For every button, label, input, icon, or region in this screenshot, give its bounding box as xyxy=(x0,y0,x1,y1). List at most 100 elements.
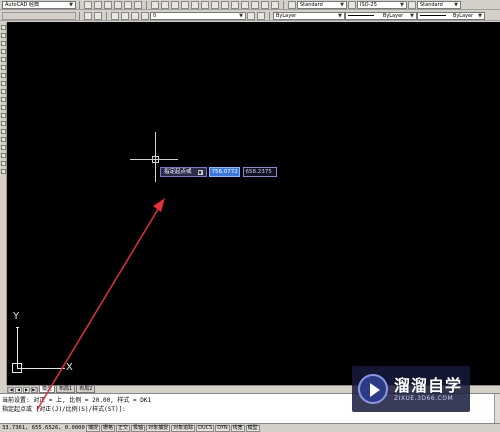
snap-toggle[interactable]: 捕捉 xyxy=(86,424,101,432)
text-style-icon[interactable] xyxy=(288,0,296,9)
dim-style-icon[interactable] xyxy=(348,0,356,9)
workspace-select[interactable]: AutoCAD 经典 ▼ xyxy=(2,0,76,9)
lineweight-select[interactable]: ByLayer ▼ xyxy=(417,11,485,20)
preview-icon[interactable] xyxy=(124,0,132,9)
lightbulb-icon[interactable] xyxy=(111,11,119,20)
open-file-icon[interactable] xyxy=(94,0,102,9)
polygon-icon[interactable] xyxy=(1,49,6,54)
match-properties-icon[interactable] xyxy=(181,0,189,9)
text-style-select[interactable]: Standard ▼ xyxy=(297,0,347,9)
tab-layout1[interactable]: 布局1 xyxy=(56,386,76,393)
ducs-toggle[interactable]: DUCS xyxy=(196,424,215,432)
lineweight-toggle[interactable]: 线宽 xyxy=(230,424,245,432)
circle-icon[interactable] xyxy=(1,73,6,78)
make-current-layer-icon[interactable] xyxy=(247,11,255,20)
properties-icon[interactable] xyxy=(251,0,259,9)
layer-select[interactable]: 0 ▼ xyxy=(150,11,246,20)
paste-icon[interactable] xyxy=(171,0,179,9)
sun-icon[interactable] xyxy=(121,11,129,20)
next-tab-button[interactable]: ▶ xyxy=(23,386,30,393)
tab-layout2[interactable]: 布局2 xyxy=(76,386,96,393)
color-square-icon[interactable] xyxy=(141,11,149,20)
chevron-down-icon: ▼ xyxy=(239,12,243,19)
layer-previous-icon[interactable] xyxy=(257,11,265,20)
save-icon[interactable] xyxy=(104,0,112,9)
cut-icon[interactable] xyxy=(151,0,159,9)
ucs-origin-box xyxy=(12,363,22,373)
line-icon[interactable] xyxy=(1,25,6,30)
linetype-preview xyxy=(348,15,374,16)
table-style-select[interactable]: Standard ▼ xyxy=(417,0,461,9)
point-icon[interactable] xyxy=(1,129,6,134)
hatch-icon[interactable] xyxy=(1,137,6,142)
toolbar-separator xyxy=(79,0,80,9)
table-style-icon[interactable] xyxy=(408,0,416,9)
construction-line-icon[interactable] xyxy=(1,33,6,38)
revision-cloud-icon[interactable] xyxy=(1,81,6,86)
dim-style-select-value: ISO-25 xyxy=(360,1,377,8)
new-file-icon[interactable] xyxy=(84,0,92,9)
zoom-realtime-icon[interactable] xyxy=(221,0,229,9)
design-center-icon[interactable] xyxy=(261,0,269,9)
watermark-text: 溜溜自学 ZIXUE.3D66.COM xyxy=(394,376,462,402)
model-space-toggle[interactable]: 模型 xyxy=(245,424,260,432)
text-style-select-value: Standard xyxy=(300,1,323,8)
dynamic-input-tooltip: 指定起点或 ▼ 756.0772 658.2375 xyxy=(160,167,277,177)
rectangle-icon[interactable] xyxy=(1,57,6,62)
table-icon[interactable] xyxy=(1,161,6,166)
tab-model[interactable]: 模型 xyxy=(39,386,56,393)
multiline-text-icon[interactable] xyxy=(1,169,6,174)
chevron-down-icon: ▼ xyxy=(69,1,73,8)
copy-icon[interactable] xyxy=(161,0,169,9)
zoom-window-icon[interactable] xyxy=(231,0,239,9)
publish-icon[interactable] xyxy=(134,0,142,9)
last-tab-button[interactable]: ▶| xyxy=(31,386,38,393)
dyn-toggle[interactable]: DYN xyxy=(215,424,230,432)
ucs-y-label: Y xyxy=(13,311,20,322)
ortho-toggle[interactable]: 正交 xyxy=(116,424,131,432)
layer-manager-icon[interactable] xyxy=(84,11,92,20)
tool-palettes-icon[interactable] xyxy=(271,0,279,9)
chevron-down-icon: ▼ xyxy=(338,12,342,19)
otrack-toggle[interactable]: 对象追踪 xyxy=(171,424,196,432)
make-block-icon[interactable] xyxy=(1,121,6,126)
zoom-previous-icon[interactable] xyxy=(241,0,249,9)
command-scrollbar[interactable] xyxy=(494,394,500,424)
insert-block-icon[interactable] xyxy=(1,113,6,118)
color-select[interactable]: ByLayer ▼ xyxy=(273,11,345,20)
layer-select-value: 0 xyxy=(153,12,157,19)
polar-toggle[interactable]: 极轴 xyxy=(131,424,146,432)
toolbar-separator xyxy=(79,11,80,20)
chevron-down-icon: ▼ xyxy=(454,1,458,8)
standard-toolbar: AutoCAD 经典 ▼ Standard ▼ ISO-25 ▼ Standard ▼ xyxy=(0,0,500,10)
redo-icon[interactable] xyxy=(201,0,209,9)
play-logo-icon xyxy=(358,374,388,404)
gradient-icon[interactable] xyxy=(1,145,6,150)
polyline-icon[interactable] xyxy=(1,41,6,46)
options-down-arrow-icon[interactable]: ▼ xyxy=(197,169,203,175)
print-icon[interactable] xyxy=(114,0,122,9)
grid-toggle[interactable]: 栅格 xyxy=(101,424,116,432)
lock-icon[interactable] xyxy=(131,11,139,20)
toolbar-separator xyxy=(269,11,270,20)
layer-state-icon[interactable] xyxy=(94,11,102,20)
undo-icon[interactable] xyxy=(191,0,199,9)
drawing-area[interactable]: 指定起点或 ▼ 756.0772 658.2375 Y X xyxy=(7,22,500,385)
previous-tab-button[interactable]: ◀ xyxy=(15,386,22,393)
table-style-select-value: Standard xyxy=(420,1,443,8)
ellipse-icon[interactable] xyxy=(1,97,6,102)
osnap-toggle[interactable]: 对象捕捉 xyxy=(146,424,171,432)
region-icon[interactable] xyxy=(1,153,6,158)
dynamic-input-x-field[interactable]: 756.0772 xyxy=(208,167,240,177)
pan-icon[interactable] xyxy=(211,0,219,9)
coordinate-readout[interactable]: 33.7361, 655.6526, 0.0000 xyxy=(0,425,86,431)
ellipse-arc-icon[interactable] xyxy=(1,105,6,110)
dim-style-select[interactable]: ISO-25 ▼ xyxy=(357,0,407,9)
arc-icon[interactable] xyxy=(1,65,6,70)
linetype-select[interactable]: ByLayer ▼ xyxy=(345,11,417,20)
workspace-select-value: AutoCAD 经典 xyxy=(5,1,39,8)
watermark-badge: 溜溜自学 ZIXUE.3D66.COM xyxy=(352,366,470,412)
first-tab-button[interactable]: |◀ xyxy=(7,386,14,393)
spline-icon[interactable] xyxy=(1,89,6,94)
dynamic-input-y-field[interactable]: 658.2375 xyxy=(242,167,277,177)
